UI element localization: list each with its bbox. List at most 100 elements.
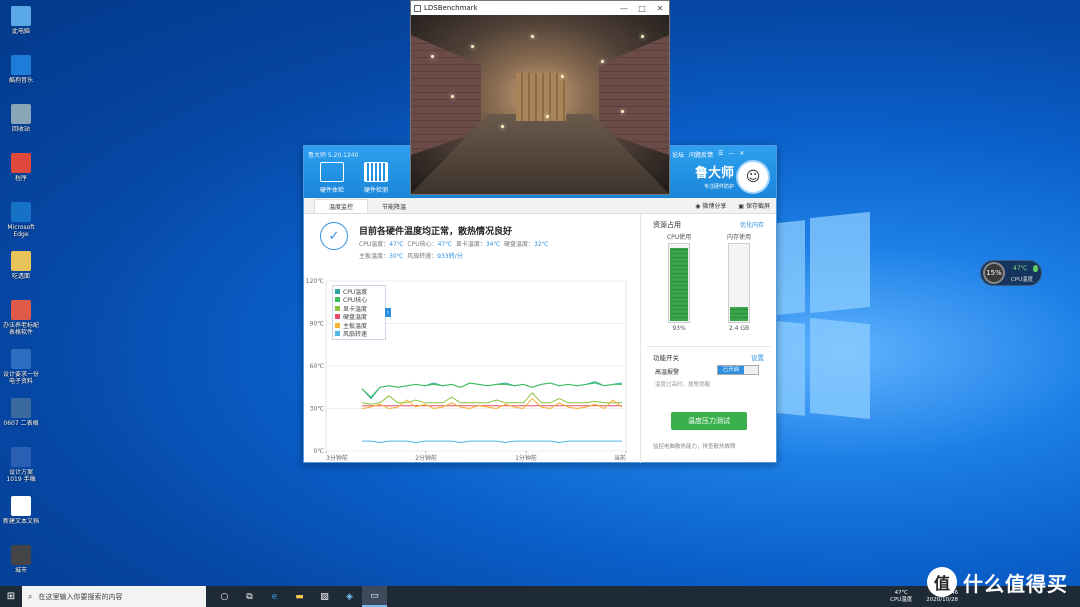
legend-item[interactable]: CPU核心 xyxy=(335,296,383,304)
search-icon: ⌕ xyxy=(28,591,33,601)
photos-icon[interactable]: ▨ xyxy=(312,586,337,607)
taskbar-search[interactable]: ⌕ 在这里输入你要搜索的内容 xyxy=(22,586,206,607)
lds-taskbar-icon[interactable]: ▭ xyxy=(362,586,387,607)
program-icon xyxy=(11,153,31,173)
desktop-icon[interactable]: 城市 xyxy=(2,545,40,592)
watermark-text: 什么值得买 xyxy=(963,571,1068,596)
lds-titlebar[interactable]: LDSBenchmark — □ ✕ xyxy=(411,1,669,15)
desktop-icon-label: 酷狗音乐 xyxy=(8,77,33,84)
document-icon xyxy=(11,300,31,320)
alarm-hint: 温度过高时，报警提醒 xyxy=(655,382,711,388)
start-button[interactable]: ⊞ xyxy=(0,586,22,607)
desktop-icon-label: Microsoft Edge xyxy=(7,224,35,238)
series-line-风扇转速 xyxy=(362,440,622,444)
y-tick-label: 60℃ xyxy=(310,363,325,370)
taskbar: ⊞ ⌕ 在这里输入你要搜索的内容 ○ ⧉ e ▬ ▨ ◈ ▭ 47℃ CPU温度… xyxy=(0,586,1080,607)
desktop-icon-label: 设计方案1019 手稿 xyxy=(6,469,36,483)
close-button[interactable]: ✕ xyxy=(739,150,744,159)
legend-item[interactable]: 主板温度 xyxy=(335,321,383,330)
close-button[interactable]: ✕ xyxy=(651,4,669,13)
temperature-panel: ✓ 目前各硬件温度均正常，散热情况良好 CPU温度：47℃ CPU核心：47℃ … xyxy=(304,214,641,463)
y-tick-label: 90℃ xyxy=(310,321,325,328)
high-temp-alarm-toggle[interactable]: 已开启 xyxy=(717,365,759,375)
check-icon: ✓ xyxy=(320,222,348,250)
tool-hardware-check[interactable]: 硬件体检 xyxy=(310,162,354,194)
ludashi-taskbar-icon[interactable]: ◈ xyxy=(337,586,362,607)
desktop-icon[interactable]: 办法养老标配表格软件 xyxy=(2,300,40,347)
desktop-icon[interactable]: 新建文本文档 xyxy=(2,496,40,543)
x-tick-label: 2分钟前 xyxy=(415,454,437,462)
zip-icon xyxy=(11,349,31,369)
weibo-share-button[interactable]: ◉ 微博分享 xyxy=(695,201,726,210)
legend-collapse-icon[interactable]: › xyxy=(385,308,391,317)
lds-title: LDSBenchmark xyxy=(424,4,478,12)
monitor-icon xyxy=(320,162,344,182)
ludashi-version: 鲁大师 5.20.1240 xyxy=(308,152,359,159)
cpu-float-widget[interactable]: 15% 47℃ CPU温度 xyxy=(980,260,1042,286)
desktop-icon-label: 新建文本文档 xyxy=(2,518,39,525)
ludashi-tabs: 温度监控 节能降温 ◉ 微博分享 ▣ 保存截屏 xyxy=(304,198,776,214)
resource-panel: 资源占用 优化内存 CPU使用 93% 内存使用 2.4 GB 功能开关 设置 … xyxy=(641,214,776,463)
kugou-icon xyxy=(11,55,31,75)
minimize-button[interactable]: — xyxy=(615,4,633,13)
cad-icon xyxy=(11,398,31,418)
desktop-icon[interactable]: 程序 xyxy=(2,153,40,200)
minimize-button[interactable]: — xyxy=(728,150,734,159)
desktop-icon[interactable]: 0607 二表格 xyxy=(2,398,40,445)
stress-test-button[interactable]: 温度压力测试 xyxy=(671,412,747,430)
desktop-icon[interactable]: 设计要求一份电子资料 xyxy=(2,349,40,396)
legend-item[interactable]: 风扇转速 xyxy=(335,330,383,338)
series-line-主板温度 xyxy=(361,397,623,410)
stress-hint: 监控电脑散热能力，排查散热故障 xyxy=(653,444,736,450)
desktop-icon-label: 设计要求一份电子资料 xyxy=(2,371,39,385)
tab-energy-saving[interactable]: 节能降温 xyxy=(368,200,420,213)
computer-icon xyxy=(11,6,31,26)
desktop-icon-label: 吃透面 xyxy=(11,273,30,280)
edge-icon[interactable]: e xyxy=(262,586,287,607)
watermark: 值 什么值得买 xyxy=(927,567,1068,597)
cortana-icon[interactable]: ○ xyxy=(212,586,237,607)
feedback-link[interactable]: 问题反馈 xyxy=(689,150,713,159)
desktop-icon[interactable]: 回收站 xyxy=(2,104,40,151)
desktop-icon[interactable]: 酷狗音乐 xyxy=(2,55,40,102)
resource-title: 资源占用 xyxy=(653,221,681,229)
legend-item[interactable]: 硬盘温度 xyxy=(335,313,383,321)
drive-icon xyxy=(11,545,31,565)
widget-temp: 47℃ xyxy=(1013,265,1028,272)
forum-link[interactable]: 论坛 xyxy=(672,150,684,159)
leaf-icon xyxy=(1033,265,1038,272)
status-line-2: 主板温度：30℃ 风扇转速：933转/分 xyxy=(359,253,463,260)
desktop-icon[interactable]: 吃透面 xyxy=(2,251,40,298)
task-view-icon[interactable]: ⧉ xyxy=(237,586,262,607)
maximize-button[interactable]: □ xyxy=(633,4,651,13)
series-line-CPU温度 xyxy=(361,381,623,400)
series-line-CPU核心 xyxy=(361,382,622,398)
desktop-icon[interactable]: 设计方案1019 手稿 xyxy=(2,447,40,494)
tab-temperature-monitor[interactable]: 温度监控 xyxy=(314,199,369,213)
file-explorer-icon[interactable]: ▬ xyxy=(287,586,312,607)
text-file-icon xyxy=(11,496,31,516)
benchmark-3d-scene xyxy=(411,15,669,194)
save-screenshot-button[interactable]: ▣ 保存截屏 xyxy=(738,201,770,210)
high-temp-alarm-label: 高温报警 xyxy=(655,369,680,376)
tool-hardware-detect[interactable]: 硬件检测 xyxy=(354,162,398,194)
ludashi-brand: 鲁大师 专注硬件防护 xyxy=(694,166,734,190)
x-tick-label: 1分钟前 xyxy=(515,454,537,462)
x-tick-label: 当前 xyxy=(614,454,626,462)
desktop-icon-label: 程序 xyxy=(14,175,27,182)
desktop-icon-label: 回收站 xyxy=(11,126,30,133)
legend-item[interactable]: CPU温度 xyxy=(335,287,383,296)
tray-cpu-temp[interactable]: 47℃ CPU温度 xyxy=(890,590,912,604)
desktop-icon-label: 办法养老标配表格软件 xyxy=(2,322,39,336)
widget-label: CPU温度 xyxy=(1011,277,1034,283)
settings-link[interactable]: 设置 xyxy=(751,352,764,362)
chip-icon xyxy=(364,162,388,182)
desktop-icon[interactable]: Microsoft Edge xyxy=(2,202,40,249)
cpu-usage-circle: 15% xyxy=(983,262,1005,284)
legend-item[interactable]: 显卡温度 xyxy=(335,304,383,313)
menu-icon[interactable]: ☰ xyxy=(718,150,723,159)
lds-benchmark-window[interactable]: LDSBenchmark — □ ✕ xyxy=(410,0,670,195)
desktop-icon[interactable]: 此电脑 xyxy=(2,6,40,53)
desktop-icons: 此电脑酷狗音乐回收站程序 Microsoft Edge 吃透面办法养老标配表格软件设… xyxy=(2,4,40,593)
optimize-memory-link[interactable]: 优化内存 xyxy=(740,220,764,229)
